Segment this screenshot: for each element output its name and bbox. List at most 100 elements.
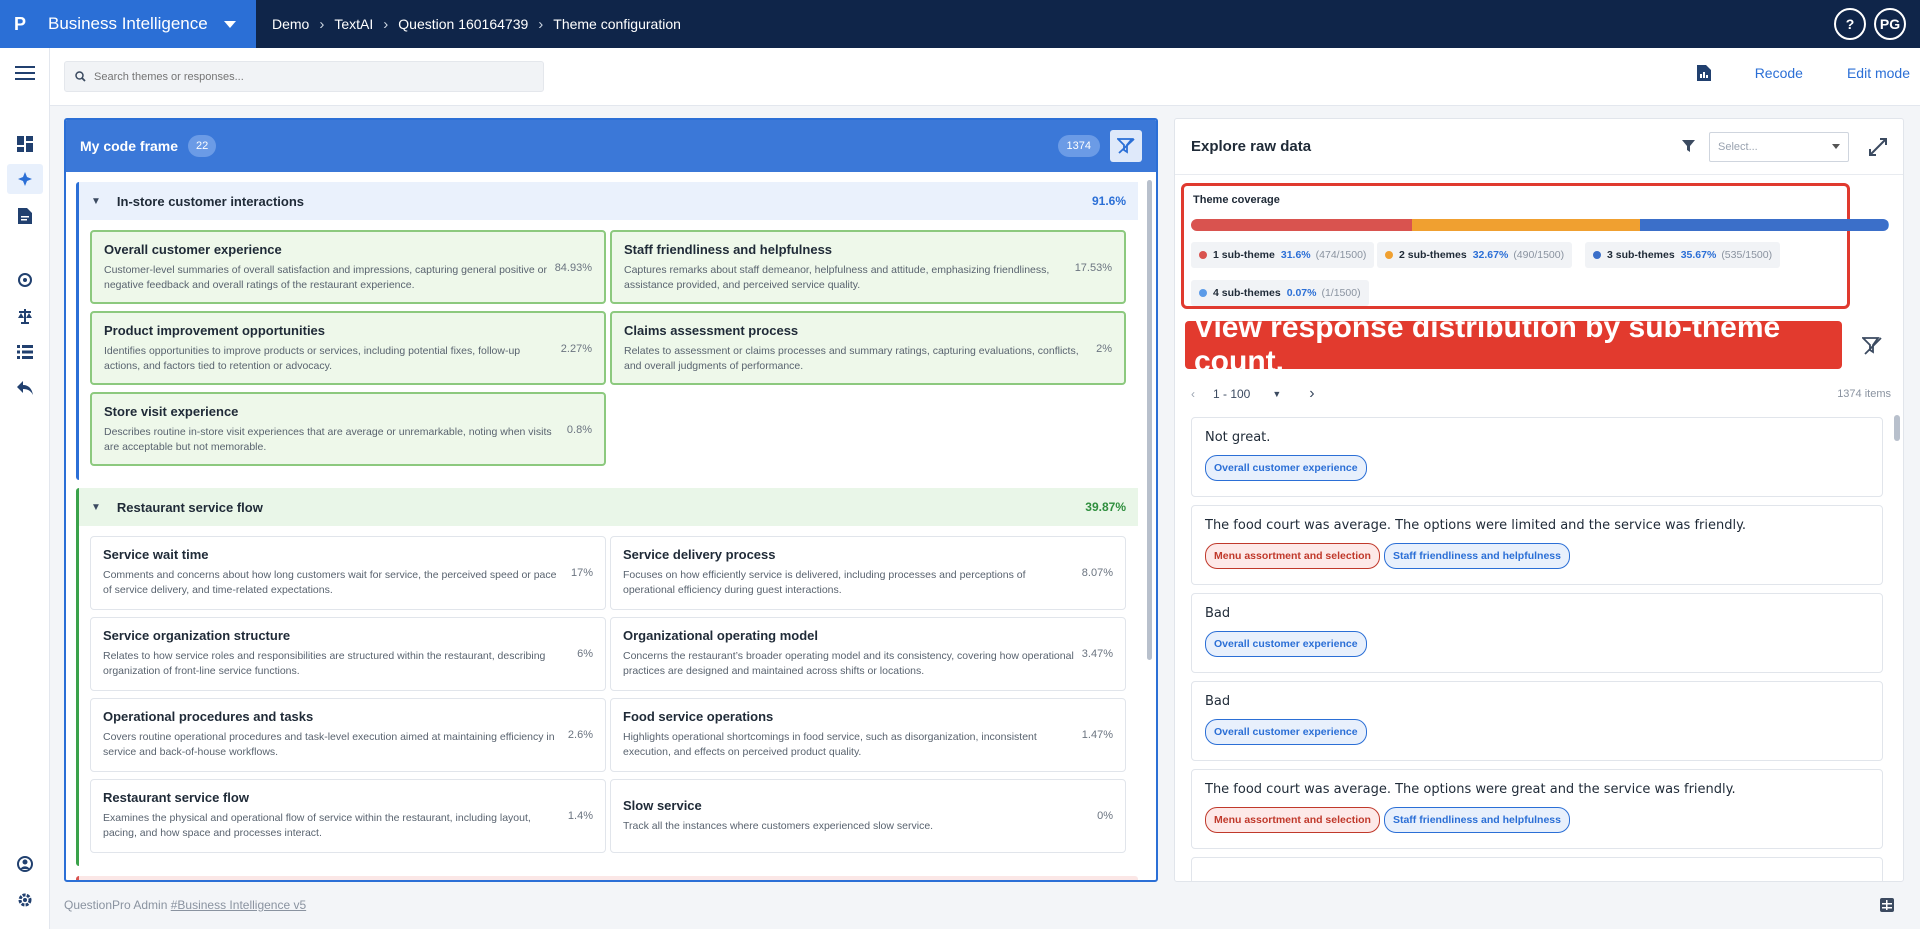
- sub-theme-desc: Highlights operational shortcomings in f…: [623, 731, 1037, 758]
- export-report-icon[interactable]: [1696, 65, 1711, 81]
- theme-tag[interactable]: Overall customer experience: [1205, 719, 1367, 745]
- theme-group-pct: 91.6%: [1091, 194, 1126, 208]
- user-icon[interactable]: [13, 852, 37, 876]
- search-input[interactable]: [94, 70, 524, 83]
- edit-mode-button[interactable]: Edit mode: [1847, 65, 1910, 81]
- expand-icon[interactable]: [1869, 137, 1887, 156]
- theme-tag[interactable]: Overall customer experience: [1205, 631, 1367, 657]
- sub-theme-card[interactable]: Overall customer experience Customer-lev…: [90, 230, 606, 304]
- sub-theme-title: Service organization structure: [103, 628, 291, 643]
- sub-theme-desc: Customer-level summaries of overall sati…: [104, 264, 547, 291]
- breadcrumb-item[interactable]: TextAI: [334, 16, 373, 32]
- scrollbar[interactable]: [1894, 415, 1900, 441]
- theme-tag[interactable]: Staff friendliness and helpfulness: [1383, 807, 1570, 833]
- sub-theme-desc: Comments and concerns about how long cus…: [103, 569, 557, 596]
- report-icon[interactable]: [13, 204, 37, 228]
- sub-theme-card[interactable]: Service organization structure Relates t…: [90, 617, 606, 691]
- filter-icon[interactable]: [1682, 140, 1695, 153]
- sub-theme-title: Service wait time: [103, 547, 209, 562]
- sub-theme-title: Service delivery process: [623, 547, 776, 562]
- theme-tag[interactable]: Overall customer experience: [1205, 455, 1367, 481]
- response-item[interactable]: Bad Overall customer experience: [1191, 593, 1883, 673]
- top-bar: P Business Intelligence Demo › TextAI › …: [0, 0, 1920, 48]
- theme-tag[interactable]: Staff friendliness and helpfulness: [1383, 543, 1570, 569]
- response-text: Not great.: [1205, 430, 1271, 445]
- recode-button[interactable]: Recode: [1755, 65, 1803, 81]
- sub-theme-card[interactable]: Food service operations Highlights opera…: [610, 698, 1126, 772]
- response-count-badge: 1374: [1057, 135, 1100, 157]
- analysis-icon[interactable]: [13, 268, 37, 292]
- clear-filter-button[interactable]: [1110, 130, 1142, 162]
- app-switcher[interactable]: P Business Intelligence: [0, 0, 256, 48]
- response-item[interactable]: Bad Overall customer experience: [1191, 681, 1883, 761]
- coverage-legend-item[interactable]: 4 sub-themes 0.07% (1/1500): [1191, 280, 1369, 306]
- search-box: [64, 61, 544, 92]
- legend-pct: 0.07%: [1286, 287, 1317, 299]
- coverage-legend-item[interactable]: 3 sub-themes 35.67% (535/1500): [1585, 242, 1781, 268]
- avatar[interactable]: PG: [1874, 8, 1906, 40]
- theme-group-header[interactable]: ▼ In-store customer interactions 91.6%: [79, 182, 1138, 220]
- sub-theme-title: Food service operations: [623, 709, 774, 724]
- sub-theme-card[interactable]: Operational procedures and tasks Covers …: [90, 698, 606, 772]
- chevron-down-icon[interactable]: ▼: [1272, 389, 1281, 399]
- coverage-legend-item[interactable]: 2 sub-themes 32.67% (490/1500): [1377, 242, 1573, 268]
- theme-select[interactable]: Select...: [1709, 131, 1849, 162]
- theme-tag[interactable]: Menu assortment and selection: [1205, 807, 1380, 833]
- sub-theme-title: Staff friendliness and helpfulness: [624, 242, 833, 257]
- prev-page-icon[interactable]: ‹: [1191, 387, 1195, 401]
- sub-theme-card[interactable]: Organizational operating model Concerns …: [610, 617, 1126, 691]
- response-item[interactable]: [1191, 857, 1883, 881]
- next-page-icon[interactable]: ›: [1309, 385, 1314, 403]
- back-icon[interactable]: [13, 376, 37, 400]
- app-title: Business Intelligence: [48, 14, 208, 33]
- theme-count-badge: 22: [188, 135, 217, 157]
- page-range[interactable]: 1 - 100: [1213, 387, 1250, 401]
- response-item[interactable]: The food court was average. The options …: [1191, 769, 1883, 849]
- sub-theme-title: Operational procedures and tasks: [103, 709, 314, 724]
- sub-theme-card[interactable]: Service wait time Comments and concerns …: [90, 536, 606, 610]
- chevron-down-icon[interactable]: ▼: [91, 196, 101, 207]
- list-icon[interactable]: [13, 340, 37, 364]
- sub-theme-card[interactable]: Staff friendliness and helpfulness Captu…: [610, 230, 1126, 304]
- sub-theme-card[interactable]: Store visit experience Describes routine…: [90, 392, 606, 466]
- chevron-down-icon[interactable]: ▼: [91, 502, 101, 513]
- sub-theme-pct: 3.47%: [1081, 648, 1113, 660]
- grid-icon[interactable]: [1880, 898, 1894, 912]
- dashboard-icon[interactable]: [13, 132, 37, 156]
- coverage-legend-item[interactable]: 1 sub-theme 31.6% (474/1500): [1191, 242, 1375, 268]
- chevron-down-icon[interactable]: [224, 20, 236, 28]
- theme-group-pct: 39.87%: [1085, 500, 1126, 514]
- legend-count: (490/1500): [1513, 249, 1565, 261]
- response-text: Bad: [1205, 694, 1231, 709]
- explore-raw-data-panel: Explore raw data Select... Theme coverag…: [1174, 118, 1904, 882]
- sub-theme-card[interactable]: Restaurant service flow Examines the phy…: [90, 779, 606, 853]
- theme-tag[interactable]: Menu assortment and selection: [1205, 543, 1380, 569]
- sub-theme-card[interactable]: Service delivery process Focuses on how …: [610, 536, 1126, 610]
- response-item[interactable]: The food court was average. The options …: [1191, 505, 1883, 585]
- sub-theme-pct: 1.4%: [567, 810, 593, 822]
- textai-icon[interactable]: [7, 164, 43, 194]
- response-text: The food court was average. The options …: [1205, 518, 1747, 533]
- gear-icon[interactable]: [13, 888, 37, 912]
- theme-coverage-bar: [1191, 219, 1889, 231]
- theme-group-header[interactable]: ▼ Restaurant service flow 39.87%: [79, 488, 1138, 526]
- sub-theme-card[interactable]: Slow service Track all the instances whe…: [610, 779, 1126, 853]
- help-button[interactable]: ?: [1834, 8, 1866, 40]
- filter-off-icon: [1117, 138, 1135, 154]
- menu-icon[interactable]: [13, 61, 37, 85]
- response-item[interactable]: Not great. Overall customer experience: [1191, 417, 1883, 497]
- sub-theme-card[interactable]: Product improvement opportunities Identi…: [90, 311, 606, 385]
- legend-name: 1 sub-theme: [1213, 249, 1275, 261]
- footer-link[interactable]: #Business Intelligence v5: [171, 898, 306, 912]
- breadcrumb-item[interactable]: Question 160164739: [398, 16, 528, 32]
- balance-icon[interactable]: [13, 304, 37, 328]
- search-icon: [75, 71, 86, 82]
- sub-theme-pct: 84.93%: [554, 262, 592, 274]
- filter-off-icon[interactable]: [1862, 337, 1882, 355]
- sub-theme-pct: 0.8%: [566, 424, 592, 436]
- scrollbar[interactable]: [1147, 180, 1152, 660]
- annotation-callout: View response distribution by sub-theme …: [1185, 311, 1842, 378]
- breadcrumb-item[interactable]: Demo: [272, 16, 309, 32]
- sub-theme-card[interactable]: Claims assessment process Relates to ass…: [610, 311, 1126, 385]
- sub-theme-desc: Identifies opportunities to improve prod…: [104, 345, 521, 372]
